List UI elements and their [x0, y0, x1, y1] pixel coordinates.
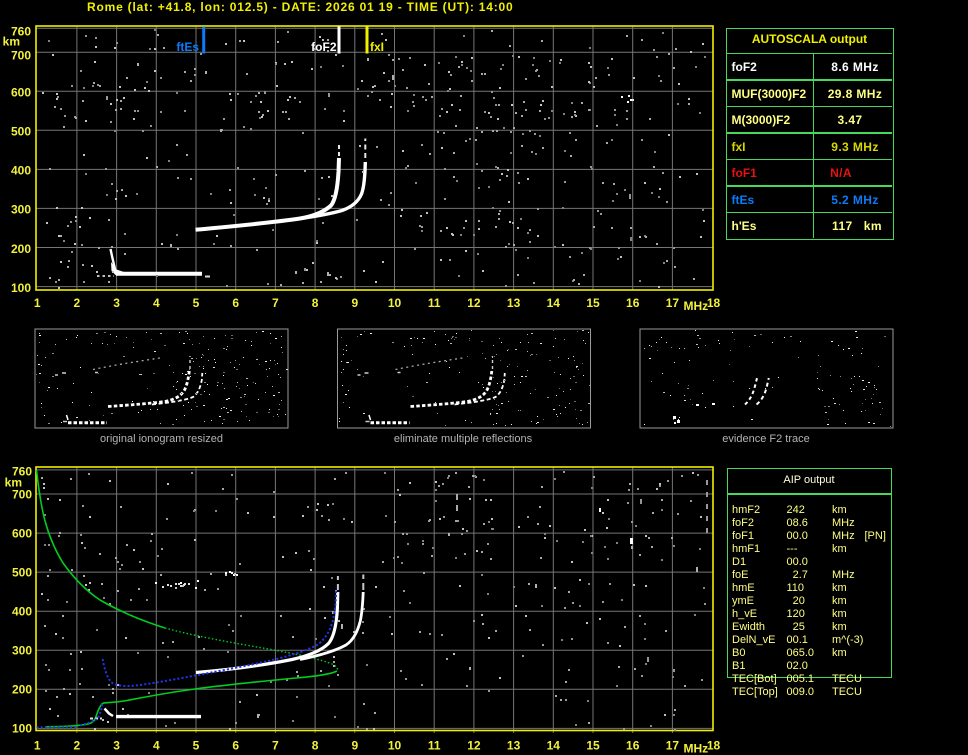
svg-text:17: 17: [666, 739, 680, 753]
svg-text:400: 400: [11, 164, 31, 178]
svg-text:8: 8: [312, 739, 319, 753]
svg-text:16: 16: [626, 296, 640, 310]
svg-text:MHz: MHz: [684, 742, 709, 755]
svg-text:400: 400: [12, 604, 32, 618]
svg-text:3: 3: [113, 739, 120, 753]
svg-text:200: 200: [11, 242, 31, 256]
svg-text:700: 700: [12, 487, 32, 501]
svg-text:15: 15: [586, 739, 600, 753]
svg-text:17: 17: [666, 296, 680, 310]
svg-text:300: 300: [12, 644, 32, 658]
svg-text:18: 18: [707, 296, 721, 310]
svg-text:8: 8: [312, 296, 319, 310]
svg-text:13: 13: [507, 739, 521, 753]
svg-text:7: 7: [272, 739, 279, 753]
svg-text:2: 2: [74, 739, 81, 753]
svg-text:1: 1: [34, 739, 41, 753]
svg-text:original ionogram resized: original ionogram resized: [100, 433, 223, 445]
svg-text:MHz: MHz: [684, 299, 709, 313]
svg-text:600: 600: [12, 526, 32, 540]
svg-text:5: 5: [193, 296, 200, 310]
svg-text:12: 12: [467, 296, 481, 310]
svg-text:300: 300: [11, 203, 31, 217]
svg-text:200: 200: [12, 683, 32, 697]
svg-text:11: 11: [428, 296, 441, 310]
svg-text:4: 4: [153, 739, 160, 753]
svg-text:14: 14: [547, 739, 561, 753]
svg-text:600: 600: [11, 86, 31, 100]
svg-text:2: 2: [74, 296, 81, 310]
svg-text:14: 14: [547, 296, 561, 310]
svg-text:km: km: [3, 35, 20, 49]
svg-text:eliminate multiple reflections: eliminate multiple reflections: [394, 433, 533, 445]
svg-text:12: 12: [467, 739, 481, 753]
svg-text:500: 500: [12, 565, 32, 579]
svg-text:ftEs: ftEs: [176, 40, 199, 54]
svg-text:10: 10: [388, 739, 402, 753]
svg-text:evidence F2 trace: evidence F2 trace: [722, 433, 809, 445]
svg-text:11: 11: [428, 739, 441, 753]
svg-text:9: 9: [351, 296, 358, 310]
svg-text:3: 3: [113, 296, 120, 310]
svg-text:18: 18: [707, 739, 721, 753]
svg-text:6: 6: [232, 739, 239, 753]
svg-text:1: 1: [34, 296, 41, 310]
svg-text:700: 700: [11, 49, 31, 63]
svg-text:9: 9: [351, 739, 358, 753]
svg-text:500: 500: [11, 125, 31, 139]
svg-text:7: 7: [272, 296, 279, 310]
svg-text:10: 10: [388, 296, 402, 310]
svg-text:5: 5: [193, 739, 200, 753]
svg-text:15: 15: [586, 296, 600, 310]
svg-text:16: 16: [626, 739, 640, 753]
svg-text:foF2: foF2: [311, 40, 337, 54]
svg-text:6: 6: [232, 296, 239, 310]
svg-text:fxI: fxI: [370, 40, 384, 54]
svg-text:100: 100: [12, 722, 32, 736]
svg-text:4: 4: [153, 296, 160, 310]
svg-text:13: 13: [507, 296, 521, 310]
svg-text:100: 100: [11, 281, 31, 295]
